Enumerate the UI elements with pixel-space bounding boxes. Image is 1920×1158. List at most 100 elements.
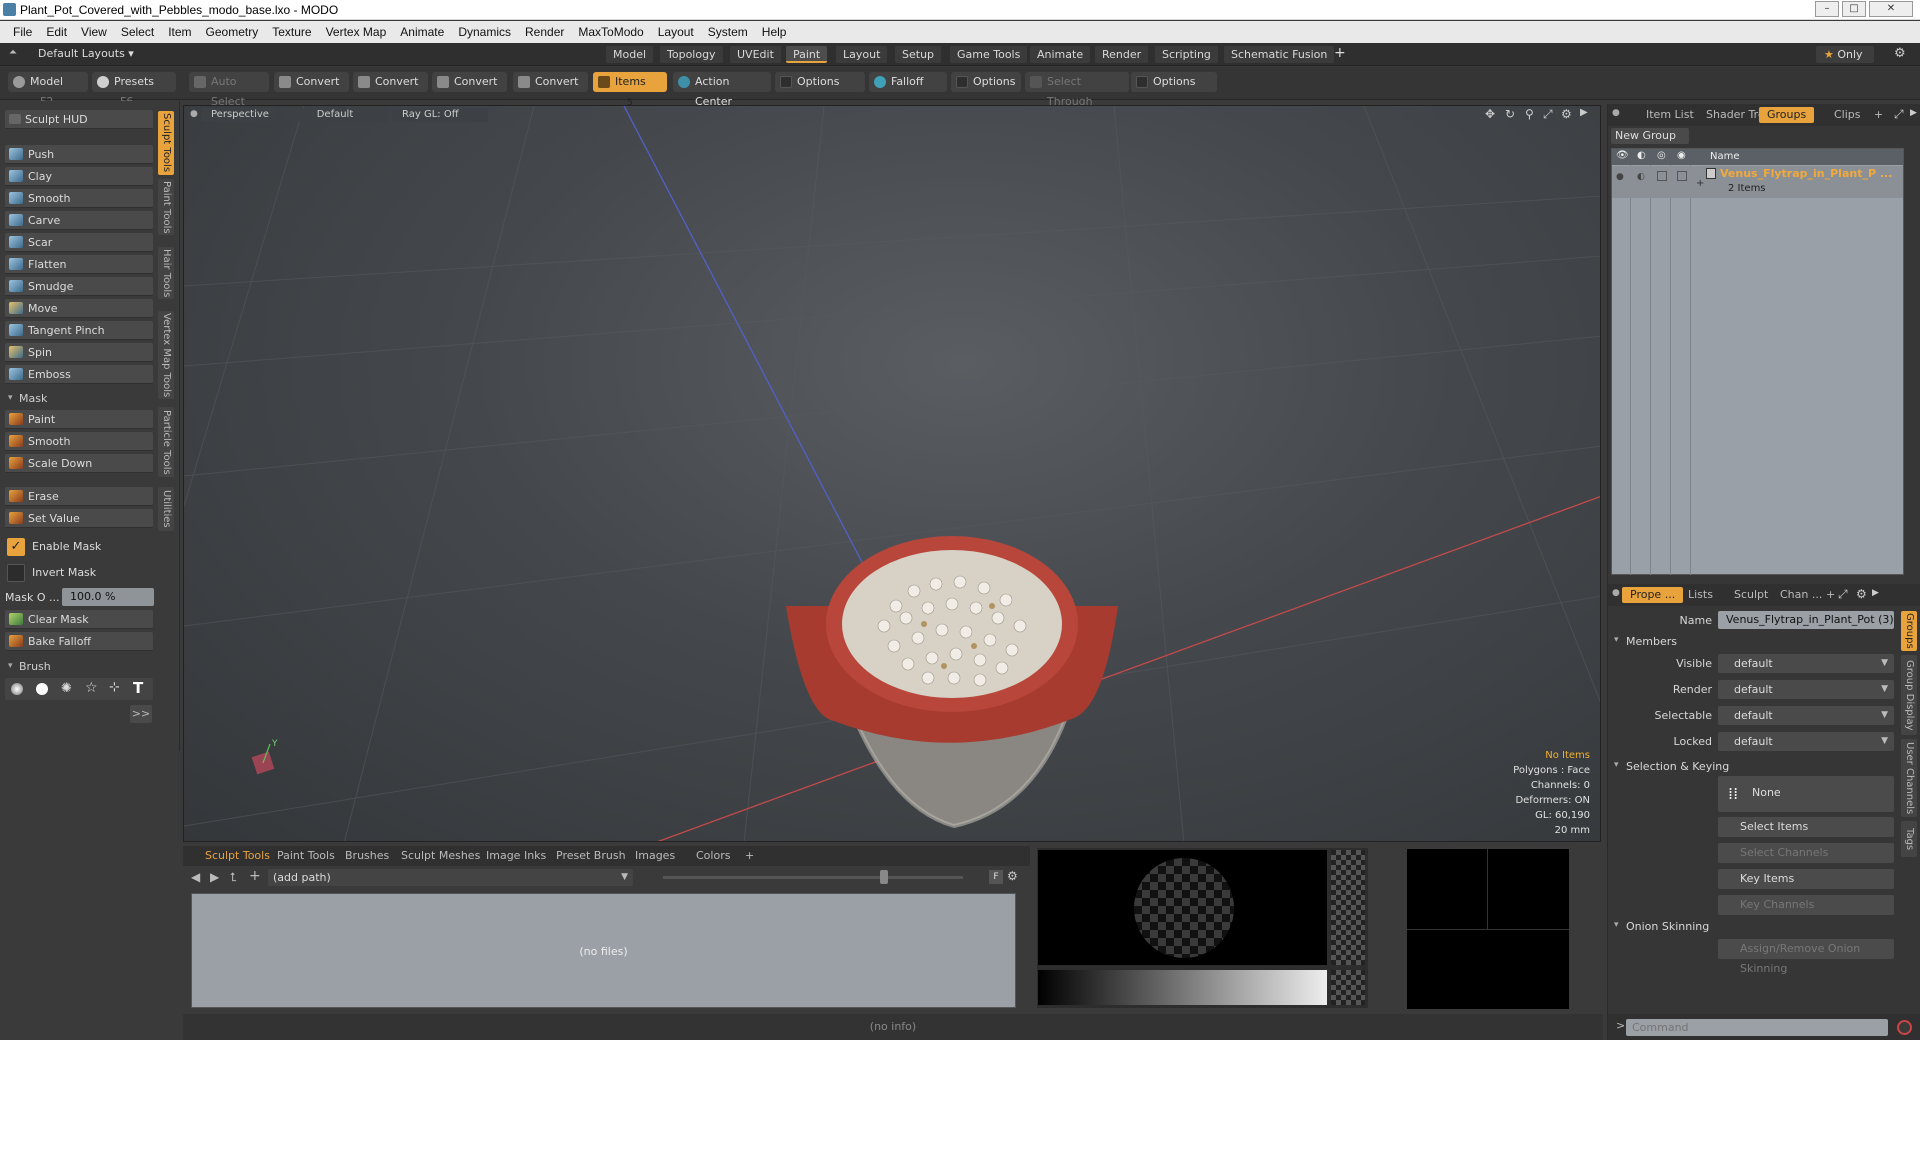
clear-mask-button[interactable]: Clear Mask [5, 610, 153, 629]
side-tab-user-channels[interactable]: User Channels [1901, 739, 1917, 817]
tab-render[interactable]: Render [1095, 46, 1149, 63]
btab-colors[interactable]: Colors [690, 848, 736, 864]
vtab-particle-tools[interactable]: Particle Tools [158, 407, 174, 477]
select-through-options-button[interactable]: Options [1131, 72, 1217, 92]
minimize-button[interactable]: – [1815, 1, 1839, 17]
menu-dynamics[interactable]: Dynamics [451, 25, 518, 39]
layout-toggle-icon[interactable]: ⏶ [9, 47, 17, 58]
text-brush-icon[interactable]: T [133, 679, 143, 697]
mask-smooth-button[interactable]: Smooth [5, 432, 153, 451]
vtab-utilities[interactable]: Utilities [158, 487, 174, 531]
raygl-toggle[interactable]: Ray GL: Off [392, 108, 488, 122]
star-brush-icon[interactable]: ☆ [85, 680, 98, 696]
plant-pot-model[interactable] [786, 536, 1118, 829]
ptab-properties[interactable]: Prope ... [1622, 587, 1684, 603]
keying-mode-button[interactable]: ⁞⁞ None [1718, 776, 1894, 812]
viewport-settings-icon[interactable]: ⚙ [1561, 107, 1572, 121]
file-list-area[interactable]: (no files) [191, 893, 1016, 1008]
panel-arrow-icon[interactable]: ▶ [1872, 588, 1879, 598]
pan-icon[interactable]: ✥ [1485, 107, 1495, 121]
key-channels-button[interactable]: Key Channels [1718, 895, 1894, 915]
vtab-hair-tools[interactable]: Hair Tools [158, 247, 174, 299]
more-brushes-button[interactable]: >> [130, 705, 152, 723]
tool-move[interactable]: Move [5, 299, 153, 318]
thumbnail-size-slider[interactable] [663, 876, 963, 879]
menu-texture[interactable]: Texture [265, 25, 318, 39]
side-tab-group-display[interactable]: Group Display [1901, 655, 1917, 735]
convert-edges-button[interactable]: Convert [353, 72, 428, 92]
menu-animate[interactable]: Animate [393, 25, 451, 39]
tool-flatten[interactable]: Flatten [5, 255, 153, 274]
expand-arrow-icon[interactable]: ▶ [1580, 107, 1588, 118]
menu-edit[interactable]: Edit [39, 25, 74, 39]
soft-brush-icon[interactable] [11, 683, 23, 695]
add-path-icon[interactable]: + [249, 868, 261, 884]
rtab-item-list[interactable]: Item List [1638, 107, 1702, 123]
close-button[interactable]: ✕ [1869, 1, 1913, 17]
menu-vertex-map[interactable]: Vertex Map [319, 25, 394, 39]
zoom-icon[interactable]: ⚲ [1525, 107, 1534, 121]
visible-dropdown[interactable]: default ▼ [1718, 654, 1894, 673]
select-through-button[interactable]: Select Through [1025, 72, 1129, 108]
falloff-button[interactable]: Falloff [869, 72, 947, 92]
gear-icon[interactable]: ⚙ [1894, 46, 1906, 61]
name-column-header[interactable]: Name [1710, 151, 1740, 162]
tool-push[interactable]: Push [5, 145, 153, 164]
maximize-button[interactable]: □ [1842, 1, 1866, 17]
enable-mask-checkbox[interactable]: ✓ [7, 538, 25, 556]
convert-vertices-button[interactable]: Convert [274, 72, 349, 92]
locked-dropdown[interactable]: default ▼ [1718, 732, 1894, 751]
falloff-options-button[interactable]: Options [951, 72, 1021, 92]
command-input[interactable] [1626, 1019, 1888, 1036]
brush-section-header[interactable]: Brush [5, 658, 153, 675]
vtab-vertex-map-tools[interactable]: Vertex Map Tools [158, 311, 174, 399]
browser-settings-icon[interactable]: ⚙ [1007, 869, 1018, 883]
select-toggle[interactable] [1677, 171, 1687, 181]
mask-section-header[interactable]: Mask [5, 390, 153, 407]
menu-render[interactable]: Render [518, 25, 571, 39]
tab-layout[interactable]: Layout [836, 46, 888, 63]
btab-images[interactable]: Images [629, 848, 681, 864]
mask-paint-button[interactable]: Paint [5, 410, 153, 429]
btab-preset-brush[interactable]: Preset Brush [550, 848, 632, 864]
panel-expand-icon[interactable]: ⤢ [1838, 587, 1848, 602]
selection-keying-section[interactable]: Selection & Keying [1614, 760, 1729, 773]
tab-animate[interactable]: Animate [1030, 46, 1091, 63]
tool-scar[interactable]: Scar [5, 233, 153, 252]
visibility-icon[interactable]: ● [1616, 172, 1624, 182]
fit-icon[interactable]: ⤢ [1543, 107, 1553, 122]
parent-folder-icon[interactable]: ⮤ [230, 870, 237, 885]
shading-dropdown[interactable]: Default [282, 108, 388, 122]
eye-icon[interactable]: 👁 [1616, 150, 1629, 161]
tab-uvedit[interactable]: UVEdit [730, 46, 781, 63]
menu-file[interactable]: File [6, 25, 39, 39]
key-items-button[interactable]: Key Items [1718, 869, 1894, 889]
ptab-lists[interactable]: Lists [1680, 587, 1721, 603]
record-icon[interactable] [1897, 1020, 1912, 1035]
action-center-options-button[interactable]: Options [775, 72, 865, 92]
filter-button[interactable]: F [989, 870, 1003, 884]
view-type-dropdown[interactable]: Perspective [201, 108, 278, 122]
tool-smudge[interactable]: Smudge [5, 277, 153, 296]
side-tab-tags[interactable]: Tags [1901, 821, 1917, 857]
panel-expand-icon[interactable]: ⤢ [1894, 107, 1904, 122]
vtab-paint-tools[interactable]: Paint Tools [158, 179, 174, 235]
btab-sculpt-meshes[interactable]: Sculpt Meshes [395, 848, 486, 864]
mask-scale-down-button[interactable]: Scale Down [5, 454, 153, 473]
lock-icon[interactable]: ◎ [1657, 150, 1666, 161]
side-tab-groups[interactable]: Groups [1901, 611, 1917, 651]
splat-brush-icon[interactable]: ✺ [61, 681, 72, 696]
btab-paint-tools[interactable]: Paint Tools [271, 848, 341, 864]
rtab-groups[interactable]: Groups [1759, 107, 1815, 123]
select-channels-button[interactable]: Select Channels [1718, 843, 1894, 863]
render-icon[interactable]: ◐ [1637, 150, 1646, 161]
panel-menu-icon[interactable]: ● [1612, 588, 1620, 598]
expand-icon[interactable]: + [1696, 178, 1704, 189]
presets-button[interactable]: Presets F6 [92, 72, 176, 108]
mask-erase-button[interactable]: Erase [5, 487, 153, 506]
render-toggle-icon[interactable]: ◐ [1637, 172, 1645, 182]
model-mode-button[interactable]: Model F2 [8, 72, 88, 108]
viewport-menu-icon[interactable]: ● [190, 109, 198, 119]
convert-polygons-button[interactable]: Convert [432, 72, 507, 92]
select-items-button[interactable]: Select Items [1718, 817, 1894, 837]
